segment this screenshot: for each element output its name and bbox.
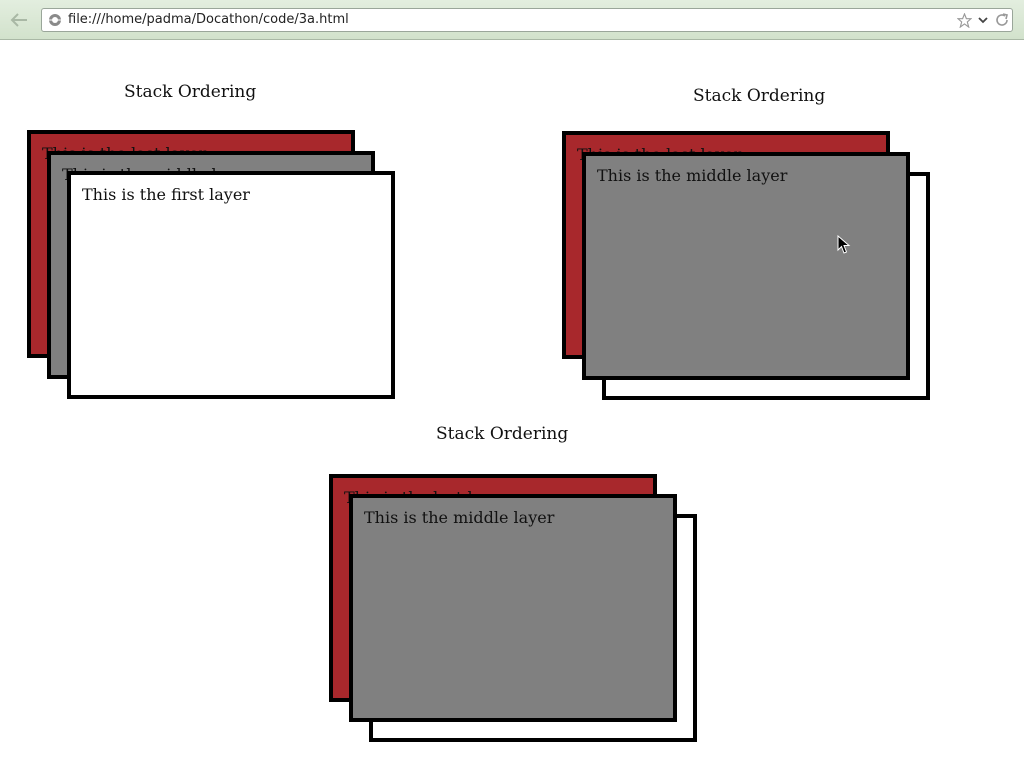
demo-3-middle-layer: This is the middle layer [349, 494, 677, 722]
demo-2-heading: Stack Ordering [693, 86, 826, 106]
browser-toolbar: file:///home/padma/Docathon/code/3a.html [0, 0, 1024, 40]
star-icon[interactable] [956, 12, 972, 28]
demo-2-middle-layer: This is the middle layer [582, 152, 910, 380]
chevron-down-icon[interactable] [975, 12, 991, 28]
mouse-cursor-icon [837, 235, 851, 254]
back-button[interactable] [5, 8, 33, 32]
demo-3-heading: Stack Ordering [436, 424, 569, 444]
demo-1-heading: Stack Ordering [124, 82, 257, 102]
globe-icon [49, 14, 61, 26]
reload-icon[interactable] [994, 12, 1010, 28]
address-bar[interactable]: file:///home/padma/Docathon/code/3a.html [41, 8, 1013, 32]
demo-1-first-layer: This is the first layer [67, 171, 395, 399]
url-text[interactable]: file:///home/padma/Docathon/code/3a.html [68, 12, 349, 27]
back-arrow-icon [10, 13, 27, 27]
